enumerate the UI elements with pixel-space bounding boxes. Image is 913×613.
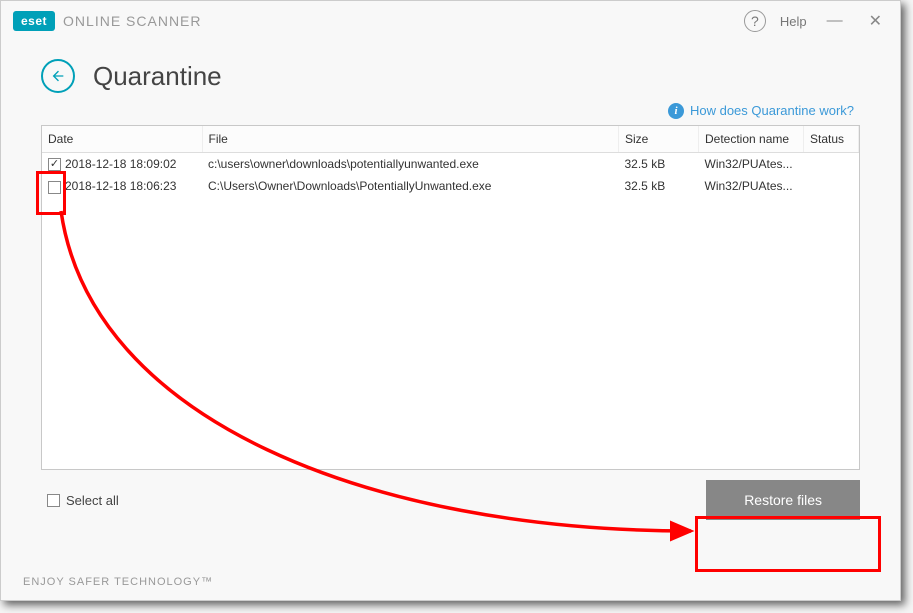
cell-detection: Win32/PUAtes... bbox=[699, 153, 804, 176]
cell-file: c:\users\owner\downloads\potentiallyunwa… bbox=[202, 153, 619, 176]
footer-tagline: ENJOY SAFER TECHNOLOGY™ bbox=[23, 576, 213, 588]
cell-date: 2018-12-18 18:06:23 bbox=[65, 179, 176, 193]
close-button[interactable]: ✕ bbox=[863, 11, 888, 31]
quarantine-table: Date File Size Detection name Status 201… bbox=[42, 126, 859, 198]
minimize-button[interactable]: — bbox=[821, 12, 849, 30]
select-all[interactable]: Select all bbox=[47, 493, 119, 508]
page-title: Quarantine bbox=[93, 61, 222, 92]
quarantine-help-link[interactable]: How does Quarantine work? bbox=[690, 103, 854, 119]
help-link-row: i How does Quarantine work? bbox=[1, 103, 900, 125]
col-header-status[interactable]: Status bbox=[804, 126, 859, 153]
row-checkbox[interactable] bbox=[48, 181, 61, 194]
restore-files-button[interactable]: Restore files bbox=[706, 480, 860, 520]
brand-product: ONLINE SCANNER bbox=[63, 13, 201, 29]
cell-status bbox=[804, 153, 859, 176]
row-checkbox[interactable] bbox=[48, 158, 61, 171]
app-window: eset ONLINE SCANNER ? Help — ✕ Quarantin… bbox=[0, 0, 901, 601]
table-header-row: Date File Size Detection name Status bbox=[42, 126, 859, 153]
cell-size: 32.5 kB bbox=[619, 153, 699, 176]
back-button[interactable] bbox=[41, 59, 75, 93]
bottom-row: Select all Restore files bbox=[1, 470, 900, 520]
table-row[interactable]: 2018-12-18 18:09:02 c:\users\owner\downlo… bbox=[42, 153, 859, 176]
brand-badge: eset bbox=[13, 11, 55, 31]
col-header-size[interactable]: Size bbox=[619, 126, 699, 153]
info-icon: i bbox=[668, 103, 684, 119]
cell-date: 2018-12-18 18:09:02 bbox=[65, 157, 176, 171]
col-header-detection[interactable]: Detection name bbox=[699, 126, 804, 153]
select-all-checkbox[interactable] bbox=[47, 494, 60, 507]
col-header-date[interactable]: Date bbox=[42, 126, 202, 153]
cell-size: 32.5 kB bbox=[619, 175, 699, 197]
annotation-highlight-restore bbox=[695, 516, 881, 572]
col-header-file[interactable]: File bbox=[202, 126, 619, 153]
cell-status bbox=[804, 175, 859, 197]
titlebar: eset ONLINE SCANNER ? Help — ✕ bbox=[1, 1, 900, 41]
help-button[interactable]: Help bbox=[780, 14, 807, 29]
arrow-left-icon bbox=[50, 68, 66, 84]
page-header: Quarantine bbox=[1, 41, 900, 103]
cell-detection: Win32/PUAtes... bbox=[699, 175, 804, 197]
cell-file: C:\Users\Owner\Downloads\PotentiallyUnwa… bbox=[202, 175, 619, 197]
select-all-label: Select all bbox=[66, 493, 119, 508]
quarantine-table-container: Date File Size Detection name Status 201… bbox=[41, 125, 860, 470]
help-icon[interactable]: ? bbox=[744, 10, 766, 32]
table-row[interactable]: 2018-12-18 18:06:23 C:\Users\Owner\Downlo… bbox=[42, 175, 859, 197]
